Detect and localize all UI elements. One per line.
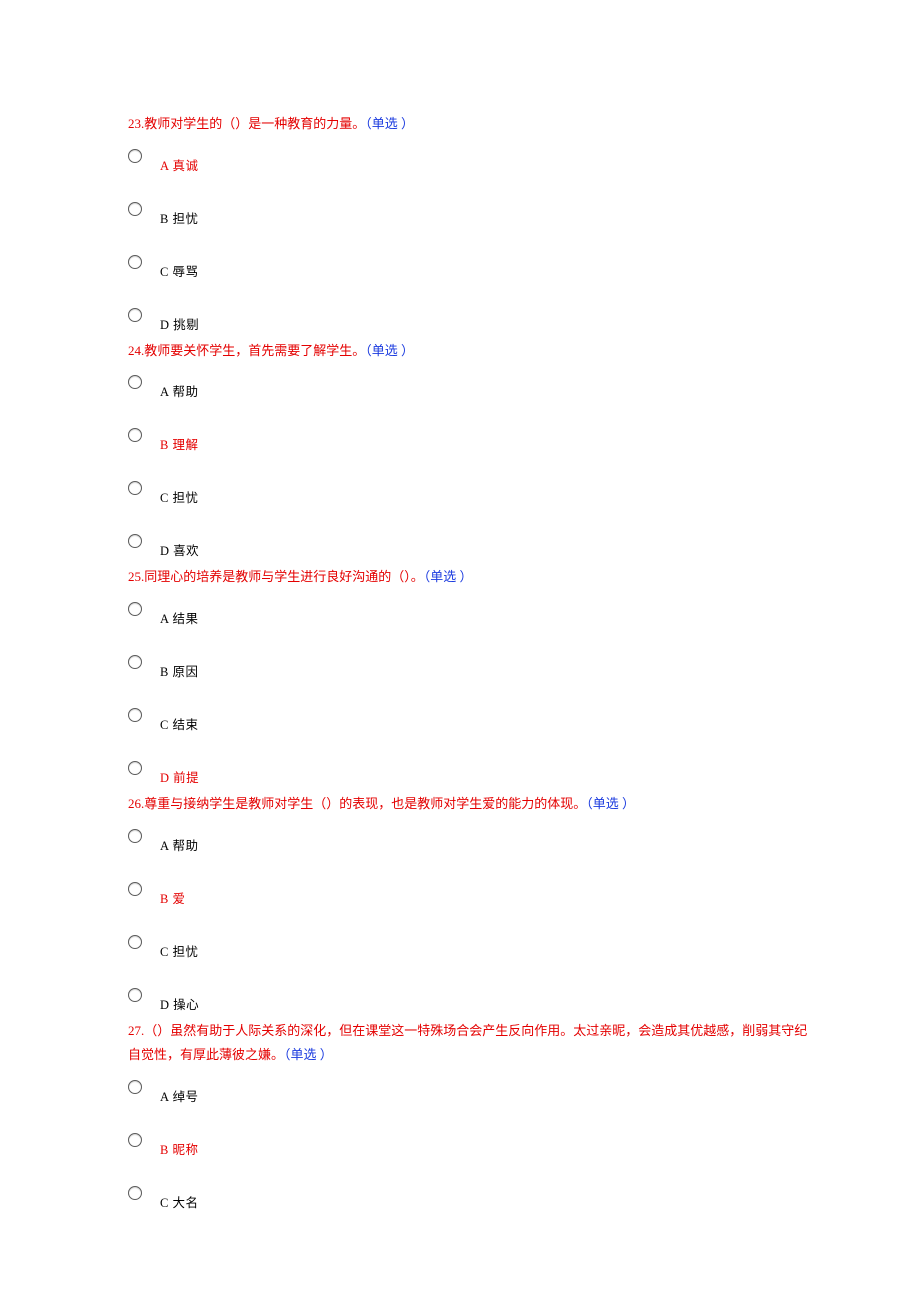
- option-a: A 帮助: [128, 825, 810, 854]
- option-a: A 帮助: [128, 371, 810, 400]
- option-c: C 大名: [128, 1182, 810, 1211]
- option-label: D 前提: [160, 761, 199, 786]
- question-type: （单选 ）: [586, 796, 635, 811]
- question-text: 27.（）虽然有助于人际关系的深化，但在课堂这一特殊场合会产生反向作用。太过亲昵…: [128, 1019, 810, 1068]
- radio-icon[interactable]: [128, 255, 142, 269]
- option-list: A 帮助 B 爱 C 担忧 D 操心: [128, 825, 810, 1013]
- option-label: B 理解: [160, 428, 198, 453]
- option-label: D 挑剔: [160, 308, 199, 333]
- radio-icon[interactable]: [128, 375, 142, 389]
- option-c: C 担忧: [128, 931, 810, 960]
- option-label: C 结束: [160, 708, 198, 733]
- radio-icon[interactable]: [128, 829, 142, 843]
- question-type: （单选 ）: [284, 1047, 333, 1062]
- radio-icon[interactable]: [128, 1080, 142, 1094]
- option-label: C 担忧: [160, 935, 198, 960]
- radio-icon[interactable]: [128, 428, 142, 442]
- option-list: A 真诚 B 担忧 C 辱骂 D 挑剔: [128, 145, 810, 333]
- option-c: C 辱骂: [128, 251, 810, 280]
- question-26: 26.尊重与接纳学生是教师对学生（）的表现，也是教师对学生爱的能力的体现。（单选…: [128, 792, 810, 1013]
- option-label: A 真诚: [160, 149, 198, 174]
- question-25: 25.同理心的培养是教师与学生进行良好沟通的（）。（单选 ） A 结果 B 原因…: [128, 565, 810, 786]
- question-body: （）虽然有助于人际关系的深化，但在课堂这一特殊场合会产生反向作用。太过亲昵，会造…: [128, 1023, 807, 1063]
- option-label: B 担忧: [160, 202, 198, 227]
- option-c: C 担忧: [128, 477, 810, 506]
- option-label: D 操心: [160, 988, 199, 1013]
- option-label: B 爱: [160, 882, 185, 907]
- option-label: A 帮助: [160, 829, 198, 854]
- question-number: 25.: [128, 569, 144, 584]
- radio-icon[interactable]: [128, 602, 142, 616]
- question-27: 27.（）虽然有助于人际关系的深化，但在课堂这一特殊场合会产生反向作用。太过亲昵…: [128, 1019, 810, 1211]
- radio-icon[interactable]: [128, 882, 142, 896]
- option-label: A 结果: [160, 602, 198, 627]
- question-body: 同理心的培养是教师与学生进行良好沟通的（）。: [144, 569, 424, 584]
- option-d: D 前提: [128, 757, 810, 786]
- question-text: 23.教师对学生的（）是一种教育的力量。（单选 ）: [128, 112, 810, 137]
- option-b: B 爱: [128, 878, 810, 907]
- option-a: A 绰号: [128, 1076, 810, 1105]
- option-d: D 挑剔: [128, 304, 810, 333]
- option-b: B 原因: [128, 651, 810, 680]
- question-number: 23.: [128, 116, 144, 131]
- option-list: A 帮助 B 理解 C 担忧 D 喜欢: [128, 371, 810, 559]
- question-type: （单选 ）: [365, 343, 414, 358]
- question-number: 26.: [128, 796, 144, 811]
- radio-icon[interactable]: [128, 988, 142, 1002]
- option-a: A 结果: [128, 598, 810, 627]
- option-b: B 昵称: [128, 1129, 810, 1158]
- question-body: 教师要关怀学生，首先需要了解学生。: [144, 343, 365, 358]
- radio-icon[interactable]: [128, 708, 142, 722]
- option-label: A 帮助: [160, 375, 198, 400]
- radio-icon[interactable]: [128, 655, 142, 669]
- question-number: 27.: [128, 1023, 144, 1038]
- quiz-page: 23.教师对学生的（）是一种教育的力量。（单选 ） A 真诚 B 担忧 C 辱骂…: [0, 0, 920, 1302]
- option-d: D 操心: [128, 984, 810, 1013]
- question-text: 25.同理心的培养是教师与学生进行良好沟通的（）。（单选 ）: [128, 565, 810, 590]
- question-type: （单选 ）: [365, 116, 414, 131]
- radio-icon[interactable]: [128, 202, 142, 216]
- question-type: （单选 ）: [424, 569, 473, 584]
- question-text: 24.教师要关怀学生，首先需要了解学生。（单选 ）: [128, 339, 810, 364]
- option-label: C 辱骂: [160, 255, 198, 280]
- option-c: C 结束: [128, 704, 810, 733]
- option-label: A 绰号: [160, 1080, 198, 1105]
- question-body: 教师对学生的（）是一种教育的力量。: [144, 116, 365, 131]
- option-label: B 昵称: [160, 1133, 198, 1158]
- question-23: 23.教师对学生的（）是一种教育的力量。（单选 ） A 真诚 B 担忧 C 辱骂…: [128, 112, 810, 333]
- option-b: B 担忧: [128, 198, 810, 227]
- option-label: D 喜欢: [160, 534, 199, 559]
- option-b: B 理解: [128, 424, 810, 453]
- radio-icon[interactable]: [128, 761, 142, 775]
- option-list: A 结果 B 原因 C 结束 D 前提: [128, 598, 810, 786]
- radio-icon[interactable]: [128, 308, 142, 322]
- option-d: D 喜欢: [128, 530, 810, 559]
- option-label: B 原因: [160, 655, 198, 680]
- radio-icon[interactable]: [128, 1133, 142, 1147]
- radio-icon[interactable]: [128, 481, 142, 495]
- option-a: A 真诚: [128, 145, 810, 174]
- radio-icon[interactable]: [128, 534, 142, 548]
- option-list: A 绰号 B 昵称 C 大名: [128, 1076, 810, 1211]
- option-label: C 担忧: [160, 481, 198, 506]
- question-24: 24.教师要关怀学生，首先需要了解学生。（单选 ） A 帮助 B 理解 C 担忧…: [128, 339, 810, 560]
- option-label: C 大名: [160, 1186, 198, 1211]
- question-body: 尊重与接纳学生是教师对学生（）的表现，也是教师对学生爱的能力的体现。: [144, 796, 586, 811]
- question-number: 24.: [128, 343, 144, 358]
- radio-icon[interactable]: [128, 149, 142, 163]
- question-text: 26.尊重与接纳学生是教师对学生（）的表现，也是教师对学生爱的能力的体现。（单选…: [128, 792, 810, 817]
- radio-icon[interactable]: [128, 1186, 142, 1200]
- radio-icon[interactable]: [128, 935, 142, 949]
